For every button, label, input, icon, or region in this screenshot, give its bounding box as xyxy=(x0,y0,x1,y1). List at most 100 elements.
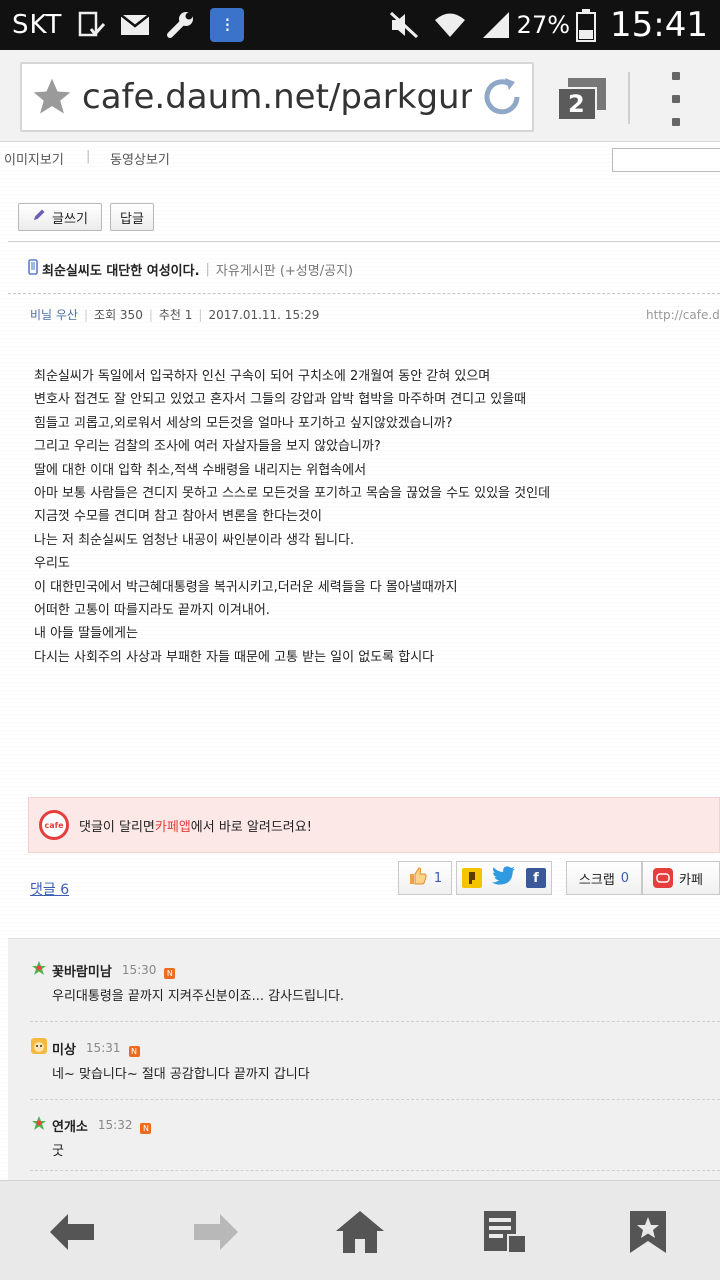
twitter-icon[interactable] xyxy=(492,866,516,890)
scrap-label: 스크랩 xyxy=(578,872,615,888)
flower-badge-icon xyxy=(30,1114,48,1136)
cafe-share-button[interactable]: 카페 xyxy=(642,861,720,895)
body-line: 최순실씨가 독일에서 입국하자 인신 구속이 되어 구치소에 2개월여 동안 갇… xyxy=(34,369,491,384)
battery-icon xyxy=(576,8,597,42)
facebook-icon[interactable]: f xyxy=(526,868,546,888)
bookmark-star-icon[interactable] xyxy=(22,75,82,119)
comment-time: 15:32 xyxy=(97,1118,133,1132)
reading-list-icon[interactable] xyxy=(474,1207,534,1257)
cafe-logo-icon: cafe xyxy=(39,810,69,840)
body-line: 내 아들 딸들에게는 xyxy=(34,626,138,642)
new-badge: N xyxy=(128,1045,140,1057)
body-line: 아마 보통 사람들은 견디지 못하고 스스로 모든것을 포기하고 목숨을 끊었을… xyxy=(34,486,551,502)
comment-divider xyxy=(30,1099,720,1100)
commenter-name[interactable]: 꽃바람미남 xyxy=(52,961,112,980)
address-bar[interactable]: cafe.daum.net/parkgun xyxy=(20,62,534,132)
divider-dashed xyxy=(8,293,720,294)
cafe-icon xyxy=(653,868,673,888)
reply-button[interactable]: 답글 xyxy=(110,203,154,231)
flower-badge-icon xyxy=(30,959,48,981)
comment-time: 15:31 xyxy=(85,1041,121,1055)
like-button[interactable]: 1 xyxy=(398,861,452,895)
comment-text: 굿 xyxy=(52,1144,64,1159)
post-body: 최순실씨가 독일에서 입국하자 인신 구속이 되어 구치소에 2개월여 동안 갇… xyxy=(34,365,714,669)
tab-count: 2 xyxy=(568,90,585,118)
kakaostory-icon[interactable] xyxy=(462,868,482,888)
nav-separator: | xyxy=(86,149,91,164)
notice-text-before: 댓글이 달리면 xyxy=(79,819,155,835)
face-badge-icon xyxy=(30,1037,48,1059)
back-arrow-icon[interactable] xyxy=(42,1207,102,1257)
reload-icon[interactable] xyxy=(472,74,532,120)
toolbar-divider xyxy=(628,72,630,124)
body-line: 변호사 접견도 잘 안되고 있었고 혼자서 그들의 강압과 압박 협박을 마주하… xyxy=(34,392,527,408)
search-input[interactable] xyxy=(612,148,720,172)
author-link[interactable]: 비닐 우산 xyxy=(30,306,78,323)
clock: 15:41 xyxy=(610,5,708,45)
post-title-row: 최순실씨도 대단한 여성이다. | 자유게시판 (+성명/공지) xyxy=(28,259,353,279)
image-view-link[interactable]: 이미지보기 xyxy=(4,149,64,168)
commenter-name[interactable]: 미상 xyxy=(52,1039,76,1058)
wrench-icon xyxy=(164,9,196,41)
comment-count-link[interactable]: 댓글 6 xyxy=(30,879,69,899)
like-count: 1 xyxy=(433,870,443,886)
divider xyxy=(8,241,720,242)
video-view-link[interactable]: 동영상보기 xyxy=(110,149,170,168)
web-page: 이미지보기 | 동영상보기 글쓰기 답글 최순실씨도 대단한 여성이다. | 자… xyxy=(0,143,720,1180)
home-icon[interactable] xyxy=(330,1207,390,1257)
body-line: 다시는 사회주의 사상과 부패한 자들 때문에 고통 받는 일이 없도록 합시다 xyxy=(34,649,435,665)
write-button[interactable]: 글쓰기 xyxy=(18,203,102,231)
battery-percent: 27% xyxy=(516,11,571,39)
body-line: 딸에 대한 이대 입학 취소,적색 수배령을 내리지는 위협속에서 xyxy=(34,462,367,478)
comment-text: 우리대통령을 끝까지 지켜주신분이죠... 감사드립니다. xyxy=(52,989,345,1004)
comment-list: 꽃바람미남 15:30 N 우리대통령을 끝까지 지켜주신분이죠... 감사드립… xyxy=(8,938,720,1180)
body-line: 나는 저 최순실씨도 엄청난 내공이 싸인분이라 생각 됩니다. xyxy=(34,532,355,548)
thumbs-up-icon xyxy=(408,866,428,890)
post-meta: 비닐 우산 | 조회 350 | 추천 1 | 2017.01.11. 15:2… xyxy=(30,306,320,323)
signal-icon xyxy=(481,10,511,40)
body-line: 이 대한민국에서 박근혜대통령을 복귀시키고,더러운 세력들을 다 몰아낼때까지 xyxy=(34,579,458,595)
body-line: 지금껏 수모를 견디며 참고 참아서 변론을 한다는것이 xyxy=(34,509,322,525)
notice-highlight: 카페앱 xyxy=(154,819,191,835)
tabs-icon[interactable]: 2 xyxy=(556,76,608,122)
social-share-group: f xyxy=(456,861,552,895)
app-tile-icon: ⁝ xyxy=(210,8,245,42)
wifi-icon xyxy=(433,11,467,39)
top-nav: 이미지보기 | 동영상보기 xyxy=(0,143,720,173)
write-button-label: 글쓰기 xyxy=(52,211,88,227)
mute-icon xyxy=(389,11,419,39)
carrier-label: SKT xyxy=(12,10,63,40)
new-badge: N xyxy=(140,1122,152,1134)
view-count: 조회 350 xyxy=(94,308,143,322)
notice-text-after: 에서 바로 알려드려요! xyxy=(190,819,312,835)
screenshot-check-icon xyxy=(76,10,106,40)
body-line: 그리고 우리는 검찰의 조사에 여러 자살자들을 보지 않았습니까? xyxy=(34,439,381,455)
scrap-button[interactable]: 스크랩 0 xyxy=(566,861,642,895)
commenter-name[interactable]: 연개소 xyxy=(52,1116,88,1135)
mail-icon xyxy=(120,13,151,37)
browser-toolbar: cafe.daum.net/parkgun 2 xyxy=(0,50,720,142)
overflow-menu-icon[interactable] xyxy=(664,72,688,126)
bookmark-icon[interactable] xyxy=(618,1207,678,1257)
body-line: 힘들고 괴롭고,외로워서 세상의 모든것을 얼마나 포기하고 싶지않았겠습니까? xyxy=(34,415,453,431)
browser-bottom-nav xyxy=(0,1180,720,1280)
pencil-icon xyxy=(32,208,46,226)
cafe-share-label: 카페 xyxy=(679,872,703,888)
board-link[interactable]: 자유게시판 (+성명/공지) xyxy=(216,260,353,279)
url-text[interactable]: cafe.daum.net/parkgun xyxy=(82,77,472,117)
comment-divider xyxy=(30,1170,720,1171)
post-date: 2017.01.11. 15:29 xyxy=(208,307,320,322)
cafe-app-notice[interactable]: cafe 댓글이 달리면 카페앱 에서 바로 알려드려요! xyxy=(28,797,720,853)
forward-arrow-icon[interactable] xyxy=(186,1207,246,1257)
status-bar: SKT ⁝ 27% 15:41 xyxy=(0,0,720,50)
comment-time: 15:30 xyxy=(121,963,157,977)
scrap-count: 0 xyxy=(620,870,630,886)
body-line: 어떠한 고통이 따를지라도 끝까지 이겨내어. xyxy=(34,603,270,619)
new-badge: N xyxy=(164,967,176,979)
recommend-count: 추천 1 xyxy=(158,308,193,322)
source-url[interactable]: http://cafe.d xyxy=(646,308,720,322)
mobile-icon xyxy=(28,259,38,279)
post-title: 최순실씨도 대단한 여성이다. xyxy=(42,263,200,279)
comment-text: 네~ 맞습니다~ 절대 공감합니다 끝까지 갑니다 xyxy=(52,1067,310,1082)
comment-divider xyxy=(30,1021,720,1022)
